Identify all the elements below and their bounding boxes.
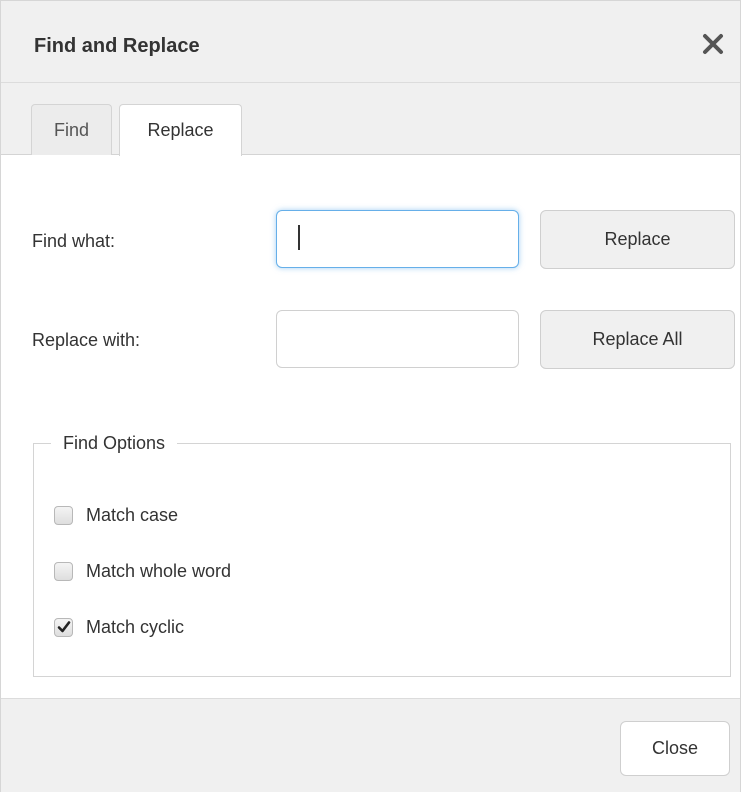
match-case-label: Match case: [86, 505, 179, 525]
match-cyclic-label: Match cyclic: [86, 617, 185, 637]
match-case-checkbox[interactable]: [54, 505, 73, 525]
find-replace-dialog: Find and Replace Find Replace Find what:…: [0, 0, 741, 792]
find-options-legend: Find Options: [51, 431, 178, 455]
match-whole-word-checkbox[interactable]: [54, 561, 73, 581]
dialog-title: Find and Replace: [34, 35, 200, 57]
replace-all-button[interactable]: Replace All: [540, 310, 735, 369]
match-cyclic-checkbox[interactable]: [54, 617, 73, 637]
dialog-titlebar: Find and Replace: [1, 0, 740, 83]
match-whole-word-label: Match whole word: [86, 561, 232, 581]
find-what-label: Find what:: [32, 231, 116, 251]
match-cyclic-option[interactable]: Match cyclic: [54, 615, 184, 639]
tab-replace[interactable]: Replace: [119, 104, 242, 156]
text-caret: [298, 225, 300, 250]
replace-with-label: Replace with:: [32, 330, 141, 350]
checkmark-icon: [57, 620, 71, 632]
tab-find[interactable]: Find: [31, 104, 112, 155]
close-button[interactable]: Close: [620, 721, 730, 776]
find-what-input[interactable]: [276, 210, 519, 268]
replace-button[interactable]: Replace: [540, 210, 735, 269]
tab-bar: Find Replace: [1, 83, 740, 156]
replace-with-input[interactable]: [276, 310, 519, 368]
close-x-icon[interactable]: [700, 31, 726, 57]
match-whole-word-option[interactable]: Match whole word: [54, 559, 231, 583]
match-case-option[interactable]: Match case: [54, 503, 178, 527]
